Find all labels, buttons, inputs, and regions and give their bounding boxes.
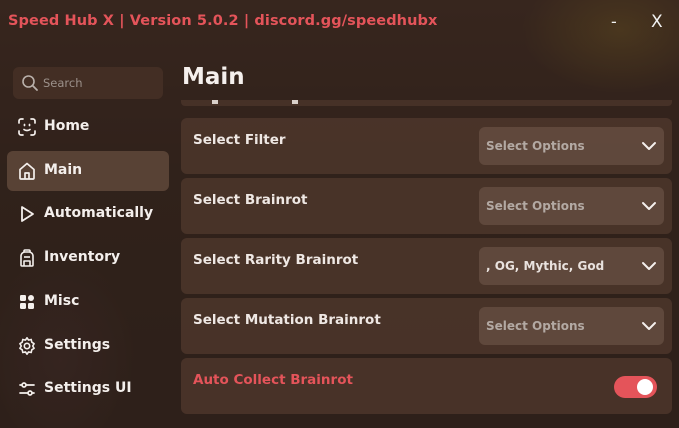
play-icon	[21, 206, 34, 222]
close-button[interactable]: X	[651, 12, 663, 32]
row-label: Select Brainrot	[193, 192, 308, 208]
sidebar-item-label: Settings UI	[44, 380, 132, 396]
dropdown-value: Select Options	[486, 199, 585, 213]
sidebar: Home Main Automatically Inven	[0, 62, 176, 428]
toggle-knob	[637, 379, 653, 395]
select-filter-row: Select Filter Select Options	[181, 118, 672, 174]
scan-face-icon	[18, 118, 36, 136]
row-label: Select Filter	[193, 132, 286, 148]
page-title: Main	[182, 64, 245, 90]
sidebar-item-label: Settings	[44, 337, 111, 353]
sidebar-item-automatically[interactable]: Automatically	[7, 194, 169, 234]
chevron-down-icon	[642, 262, 656, 270]
dropdown-value: Select Options	[486, 139, 585, 153]
hub-window: Speed Hub X | Version 5.0.2 | discord.gg…	[0, 0, 679, 428]
auto-collect-brainrot-row: Auto Collect Brainrot	[181, 358, 672, 414]
sidebar-item-label: Inventory	[44, 249, 121, 265]
dropdown-value: , OG, Mythic, God	[486, 259, 605, 273]
sidebar-item-label: Automatically	[44, 205, 154, 221]
home-icon	[19, 162, 35, 180]
chevron-down-icon	[642, 202, 656, 210]
chevron-down-icon	[642, 142, 656, 150]
row-label: Auto Collect Brainrot	[193, 372, 353, 388]
sidebar-item-label: Home	[44, 118, 90, 134]
select-rarity-brainrot-row: Select Rarity Brainrot , OG, Mythic, God	[181, 238, 672, 294]
sidebar-item-label: Misc	[44, 293, 80, 309]
window-title: Speed Hub X | Version 5.0.2 | discord.gg…	[8, 13, 438, 29]
auto-collect-brainrot-toggle[interactable]	[614, 376, 657, 398]
sidebar-item-inventory[interactable]: Inventory	[7, 238, 169, 278]
search-icon	[22, 75, 38, 91]
select-mutation-brainrot-dropdown[interactable]: Select Options	[479, 307, 664, 345]
dropdown-value: Select Options	[486, 319, 585, 333]
sidebar-item-settings[interactable]: Settings	[7, 326, 169, 366]
sidebar-item-main[interactable]: Main	[7, 151, 169, 191]
sidebar-item-label: Main	[44, 162, 83, 178]
row-label: Select Rarity Brainrot	[193, 252, 359, 268]
search-input[interactable]	[43, 73, 158, 93]
gear-icon	[19, 337, 35, 355]
select-filter-dropdown[interactable]: Select Options	[479, 127, 664, 165]
grid-icon	[20, 295, 34, 309]
title-bar[interactable]: Speed Hub X | Version 5.0.2 | discord.gg…	[0, 0, 679, 46]
chevron-down-icon	[642, 322, 656, 330]
search-box[interactable]	[13, 67, 163, 99]
sliders-icon	[19, 382, 35, 396]
select-rarity-brainrot-dropdown[interactable]: , OG, Mythic, God	[479, 247, 664, 285]
select-mutation-brainrot-row: Select Mutation Brainrot Select Options	[181, 298, 672, 354]
select-brainrot-dropdown[interactable]: Select Options	[479, 187, 664, 225]
sidebar-item-home[interactable]: Home	[7, 107, 169, 147]
backpack-icon	[20, 249, 34, 267]
minimize-button[interactable]: -	[611, 12, 617, 31]
scrolled-row-edge	[181, 100, 672, 106]
sidebar-item-settings-ui[interactable]: Settings UI	[7, 369, 169, 409]
row-label: Select Mutation Brainrot	[193, 312, 381, 328]
select-brainrot-row: Select Brainrot Select Options	[181, 178, 672, 234]
sidebar-item-misc[interactable]: Misc	[7, 282, 169, 322]
